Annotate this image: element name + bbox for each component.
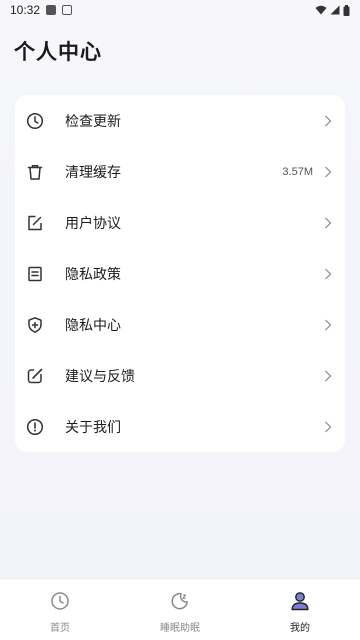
menu-item-privacy-center[interactable]: 隐私中心 bbox=[15, 299, 345, 350]
tab-mine[interactable]: 我的 bbox=[240, 579, 360, 640]
feedback-edit-icon bbox=[25, 366, 45, 386]
menu-item-privacy-policy[interactable]: 隐私政策 bbox=[15, 248, 345, 299]
trash-icon bbox=[25, 162, 45, 182]
notification-icon bbox=[46, 5, 57, 15]
menu-item-clear-cache[interactable]: 清理缓存 3.57M bbox=[15, 146, 345, 197]
menu-item-user-agreement[interactable]: 用户协议 bbox=[15, 197, 345, 248]
tab-label: 首页 bbox=[50, 623, 70, 634]
chevron-right-icon bbox=[323, 114, 333, 128]
menu-item-label: 建议与反馈 bbox=[65, 368, 135, 385]
menu-item-about-us[interactable]: 关于我们 bbox=[15, 401, 345, 452]
bottom-tab-bar: 首页 睡眠助眠 我的 bbox=[0, 578, 360, 640]
status-left: 10:32 bbox=[10, 3, 73, 17]
status-right bbox=[315, 4, 350, 16]
tab-sleep[interactable]: 睡眠助眠 bbox=[120, 579, 240, 640]
chevron-right-icon bbox=[323, 165, 333, 179]
edit-document-icon bbox=[25, 213, 45, 233]
cache-size-value: 3.57M bbox=[282, 165, 313, 178]
page-title: 个人中心 bbox=[14, 40, 102, 64]
clock-icon bbox=[49, 590, 71, 612]
chevron-right-icon bbox=[323, 318, 333, 332]
user-icon bbox=[289, 590, 311, 612]
info-circle-icon bbox=[25, 417, 45, 437]
menu-item-label: 用户协议 bbox=[65, 215, 121, 232]
tab-label: 我的 bbox=[290, 623, 310, 634]
tab-label: 睡眠助眠 bbox=[160, 623, 200, 634]
chevron-right-icon bbox=[323, 216, 333, 230]
menu-item-feedback[interactable]: 建议与反馈 bbox=[15, 350, 345, 401]
signal-icon bbox=[330, 5, 340, 15]
tab-home[interactable]: 首页 bbox=[0, 579, 120, 640]
menu-item-check-update[interactable]: 检查更新 bbox=[15, 95, 345, 146]
menu-item-label: 清理缓存 bbox=[65, 164, 121, 181]
chevron-right-icon bbox=[323, 420, 333, 434]
status-bar: 10:32 bbox=[0, 0, 360, 20]
menu-item-label: 关于我们 bbox=[65, 419, 121, 436]
wifi-icon bbox=[315, 5, 327, 15]
menu-card: 检查更新 清理缓存 3.57M 用户协议 隐私政策 隐私中心 建议与反馈 关于我… bbox=[15, 95, 345, 452]
moon-icon bbox=[169, 590, 191, 612]
shield-plus-icon bbox=[25, 315, 45, 335]
document-icon bbox=[25, 264, 45, 284]
clock-icon bbox=[25, 111, 45, 131]
menu-item-label: 检查更新 bbox=[65, 113, 121, 130]
battery-icon bbox=[343, 4, 350, 16]
status-time: 10:32 bbox=[10, 3, 41, 17]
chevron-right-icon bbox=[323, 267, 333, 281]
menu-item-label: 隐私中心 bbox=[65, 317, 121, 334]
chevron-right-icon bbox=[323, 369, 333, 383]
menu-item-label: 隐私政策 bbox=[65, 266, 121, 283]
notification-a-icon bbox=[62, 5, 73, 15]
